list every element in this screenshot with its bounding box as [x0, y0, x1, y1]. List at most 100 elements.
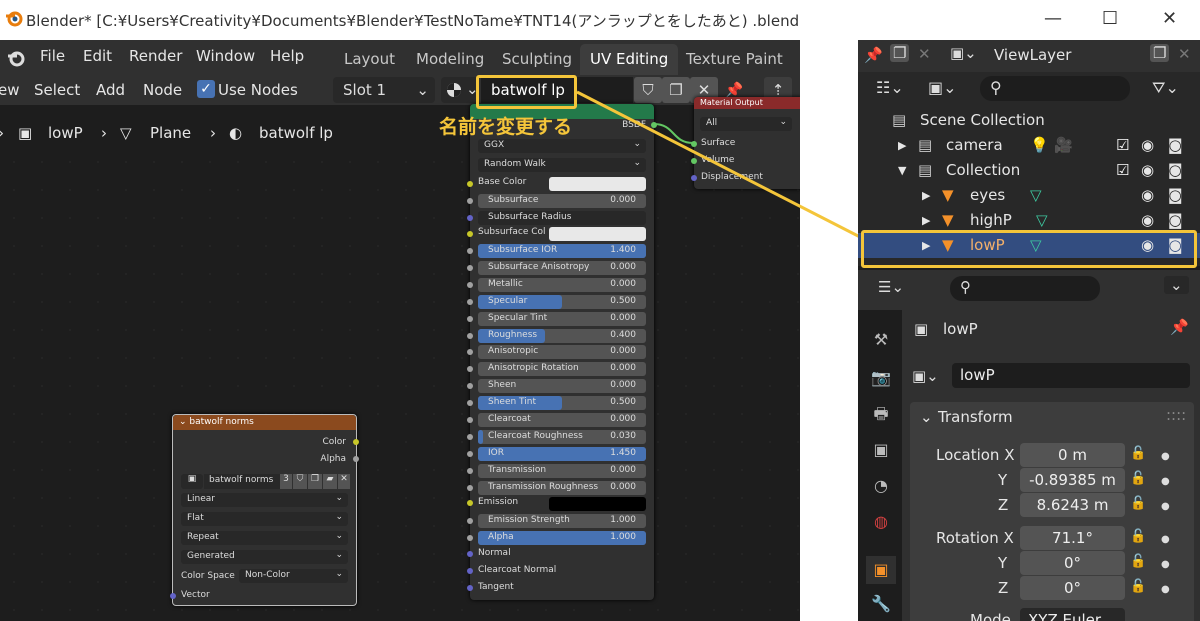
close-icon[interactable]: ✕ [338, 474, 350, 489]
bsdf-field-row[interactable]: Specular Tint 0.000 [467, 311, 646, 326]
base-color-swatch[interactable] [549, 177, 646, 191]
projection-dropdown[interactable]: Flat ⌄ [181, 512, 348, 526]
maximize-icon[interactable]: ☐ [1102, 8, 1118, 29]
alpha-output-socket[interactable] [353, 456, 359, 462]
input-socket[interactable] [467, 535, 473, 541]
object-name-field[interactable]: lowP [952, 363, 1190, 388]
input-socket[interactable] [467, 281, 473, 288]
keyframe-dot-icon[interactable]: ● [1161, 476, 1170, 487]
keyframe-dot-icon[interactable]: ● [1161, 584, 1170, 595]
image-texture-node[interactable]: ⌄ batwolf norms Color Alpha ▣ batwolf no… [170, 414, 359, 606]
outliner-row-collection[interactable]: ▼ ▤ Collection ☑ ◉ ◙ [858, 158, 1200, 183]
expand-arrow-icon[interactable]: ▼ [898, 164, 906, 177]
input-socket[interactable] [467, 518, 473, 524]
scene-tab-icon[interactable]: ◔ [866, 472, 896, 500]
input-socket[interactable] [467, 349, 473, 356]
bsdf-field-row[interactable]: Sheen 0.000 [467, 379, 646, 394]
eye-icon[interactable]: ◉ [1141, 211, 1154, 229]
lock-icon[interactable]: 🔓 [1130, 496, 1146, 511]
expand-arrow-icon[interactable]: ▶ [898, 139, 906, 152]
view-layer-name[interactable]: ViewLayer [994, 46, 1071, 64]
bsdf-field-row[interactable]: Anisotropic Rotation 0.000 [467, 362, 646, 377]
input-socket[interactable] [467, 231, 473, 237]
image-browse-icon[interactable]: ▣ [181, 474, 203, 489]
subsurface-color-swatch[interactable] [549, 227, 646, 241]
bsdf-output-socket[interactable] [651, 122, 657, 128]
input-socket[interactable] [467, 568, 473, 574]
rotation-y-field[interactable]: 0° [1020, 551, 1125, 575]
input-socket[interactable] [467, 248, 473, 254]
input-socket[interactable] [467, 500, 473, 506]
bsdf-field-row[interactable]: Sheen Tint 0.500 [467, 396, 646, 411]
exclude-checkbox[interactable]: ☑ [1116, 136, 1129, 154]
duplicate-image-icon[interactable]: ❐ [308, 474, 322, 489]
bsdf-field-row[interactable]: Clearcoat 0.000 [467, 413, 646, 427]
bsdf-field-row[interactable]: Subsurface 0.000 [467, 194, 646, 208]
lock-icon[interactable]: 🔓 [1130, 446, 1146, 461]
input-socket[interactable] [467, 264, 473, 271]
editor-type-icon[interactable]: ☰⌄ [878, 278, 904, 296]
render-camera-icon[interactable]: ◙ [1168, 136, 1183, 154]
input-socket[interactable] [467, 332, 473, 339]
output-target-dropdown[interactable]: All ⌄ [700, 117, 792, 131]
interpolation-dropdown[interactable]: Linear ⌄ [181, 493, 348, 507]
new-view-layer-icon[interactable]: ❐ [1150, 44, 1170, 62]
minimize-icon[interactable]: — [1044, 8, 1062, 29]
input-socket[interactable] [467, 366, 473, 373]
drag-handle-icon[interactable]: :::: [1166, 406, 1186, 424]
rotation-x-field[interactable]: 71.1° [1020, 526, 1125, 550]
keyframe-dot-icon[interactable]: ● [1161, 534, 1170, 545]
vector-input-socket[interactable] [170, 593, 176, 599]
image-name-field[interactable]: batwolf norms [204, 474, 280, 489]
fake-user-shield-icon[interactable]: ⛉ [293, 474, 307, 489]
input-socket[interactable] [467, 315, 473, 322]
rotation-z-field[interactable]: 0° [1020, 576, 1125, 600]
render-tab-icon[interactable]: 📷 [866, 364, 896, 392]
input-socket[interactable] [467, 298, 473, 305]
expand-arrow-icon[interactable]: ⌄ [920, 408, 933, 426]
bsdf-field-row[interactable]: Clearcoat Roughness 0.030 [467, 429, 646, 444]
bsdf-field-row[interactable]: Subsurface IOR 1.400 [467, 244, 646, 258]
input-socket[interactable] [467, 551, 473, 557]
chevron-down-icon[interactable]: ⌄ [1164, 276, 1189, 294]
material-output-node[interactable]: Material Output All ⌄ Surface Volume Disp… [691, 97, 800, 189]
close-icon[interactable]: ✕ [1178, 45, 1191, 63]
keyframe-dot-icon[interactable]: ● [1161, 559, 1170, 570]
bsdf-field-row[interactable]: Roughness 0.400 [467, 328, 646, 343]
distribution-dropdown[interactable]: GGX ⌄ [478, 139, 646, 153]
rotation-mode-dropdown[interactable]: XYZ Euler [1020, 608, 1125, 621]
bsdf-field-row[interactable]: Transmission 0.000 [467, 463, 646, 478]
render-camera-icon[interactable]: ◙ [1168, 186, 1183, 204]
subsurface-method-dropdown[interactable]: Random Walk ⌄ [478, 158, 646, 172]
transform-panel-title[interactable]: Transform [938, 408, 1013, 426]
expand-arrow-icon[interactable]: ▶ [922, 214, 930, 227]
lock-icon[interactable]: 🔓 [1130, 554, 1146, 569]
bsdf-field-row[interactable]: Specular 0.500 [467, 294, 646, 309]
outliner-row-scene-collection[interactable]: ▤ Scene Collection [858, 108, 1200, 133]
keyframe-dot-icon[interactable]: ● [1161, 451, 1170, 462]
displacement-input-socket[interactable] [691, 175, 697, 181]
input-socket[interactable] [467, 215, 473, 221]
input-socket[interactable] [467, 198, 473, 204]
bsdf-field-row[interactable]: Subsurface Radius [467, 211, 646, 225]
emission-strength-field[interactable]: Emission Strength 1.000 [467, 514, 646, 528]
world-tab-icon[interactable]: ◍ [866, 508, 896, 536]
render-camera-icon[interactable]: ◙ [1168, 211, 1183, 229]
color-output-socket[interactable] [353, 439, 359, 445]
object-tab-icon[interactable]: ▣ [866, 556, 896, 584]
extension-dropdown[interactable]: Repeat ⌄ [181, 531, 348, 545]
close-window-icon[interactable]: ✕ [1162, 8, 1177, 29]
outliner-search-input[interactable]: ⚲ [980, 76, 1130, 101]
input-socket[interactable] [467, 433, 473, 440]
input-socket[interactable] [467, 383, 473, 390]
input-socket[interactable] [467, 585, 473, 591]
pin-icon[interactable]: 📌 [1170, 318, 1189, 336]
eye-icon[interactable]: ◉ [1141, 161, 1154, 179]
user-count[interactable]: 3 [280, 474, 292, 489]
input-socket[interactable] [467, 400, 473, 407]
modifier-tab-icon[interactable]: 🔧 [866, 590, 896, 618]
scene-browse-icon[interactable]: ❐ [890, 44, 910, 62]
lock-icon[interactable]: 🔓 [1130, 579, 1146, 594]
eye-icon[interactable]: ◉ [1141, 186, 1154, 204]
surface-input-socket[interactable] [691, 141, 697, 147]
